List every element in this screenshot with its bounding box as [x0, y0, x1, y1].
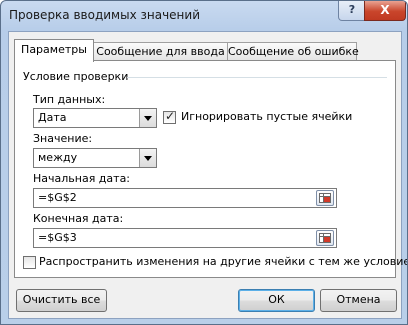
start-date-input[interactable]: =$G$2 — [33, 188, 337, 208]
end-date-input[interactable]: =$G$3 — [33, 228, 337, 248]
chevron-down-icon[interactable] — [139, 109, 156, 127]
start-date-label: Начальная дата: — [33, 172, 131, 185]
chevron-down-icon[interactable] — [139, 149, 156, 167]
data-type-label: Тип данных: — [33, 93, 106, 106]
ignore-blank-checkbox[interactable]: ✓ — [163, 109, 176, 124]
dialog-body: Параметры Сообщение для ввода Сообщение … — [8, 31, 407, 319]
tab-strip: Параметры Сообщение для ввода Сообщение … — [14, 39, 396, 62]
ignore-blank-label[interactable]: Игнорировать пустые ячейки — [181, 110, 352, 123]
tab-error-message[interactable]: Сообщение об ошибке — [227, 42, 359, 61]
end-date-value: =$G$3 — [38, 231, 77, 244]
group-divider — [127, 77, 387, 78]
clear-all-button[interactable]: Очистить все — [16, 289, 107, 312]
help-button[interactable]: ? — [338, 1, 366, 21]
data-type-select[interactable]: Дата — [33, 108, 157, 128]
group-title: Условие проверки — [23, 70, 129, 83]
data-type-value: Дата — [38, 111, 67, 124]
start-date-value: =$G$2 — [38, 191, 77, 204]
condition-select[interactable]: между — [33, 148, 157, 168]
apply-all-checkbox[interactable] — [23, 256, 36, 269]
condition-label: Значение: — [33, 132, 93, 145]
range-picker-icon[interactable] — [316, 190, 334, 206]
tab-input-message[interactable]: Сообщение для ввода — [93, 42, 228, 61]
range-picker-icon[interactable] — [316, 230, 334, 246]
checkmark-icon: ✓ — [165, 109, 176, 123]
window-title: Проверка вводимых значений — [9, 8, 200, 22]
dialog-window: Проверка вводимых значений ? X Параметры… — [0, 0, 408, 325]
close-button[interactable]: X — [364, 1, 406, 21]
apply-all-label[interactable]: Распространить изменения на другие ячейк… — [39, 255, 407, 268]
tab-parameters[interactable]: Параметры — [14, 39, 94, 62]
condition-value: между — [38, 151, 78, 164]
ok-button[interactable]: ОК — [238, 289, 315, 312]
tab-panel-parameters: Условие проверки Тип данных: Дата ✓ Игно… — [14, 60, 407, 278]
end-date-label: Конечная дата: — [33, 212, 124, 225]
cancel-button[interactable]: Отмена — [320, 289, 397, 312]
